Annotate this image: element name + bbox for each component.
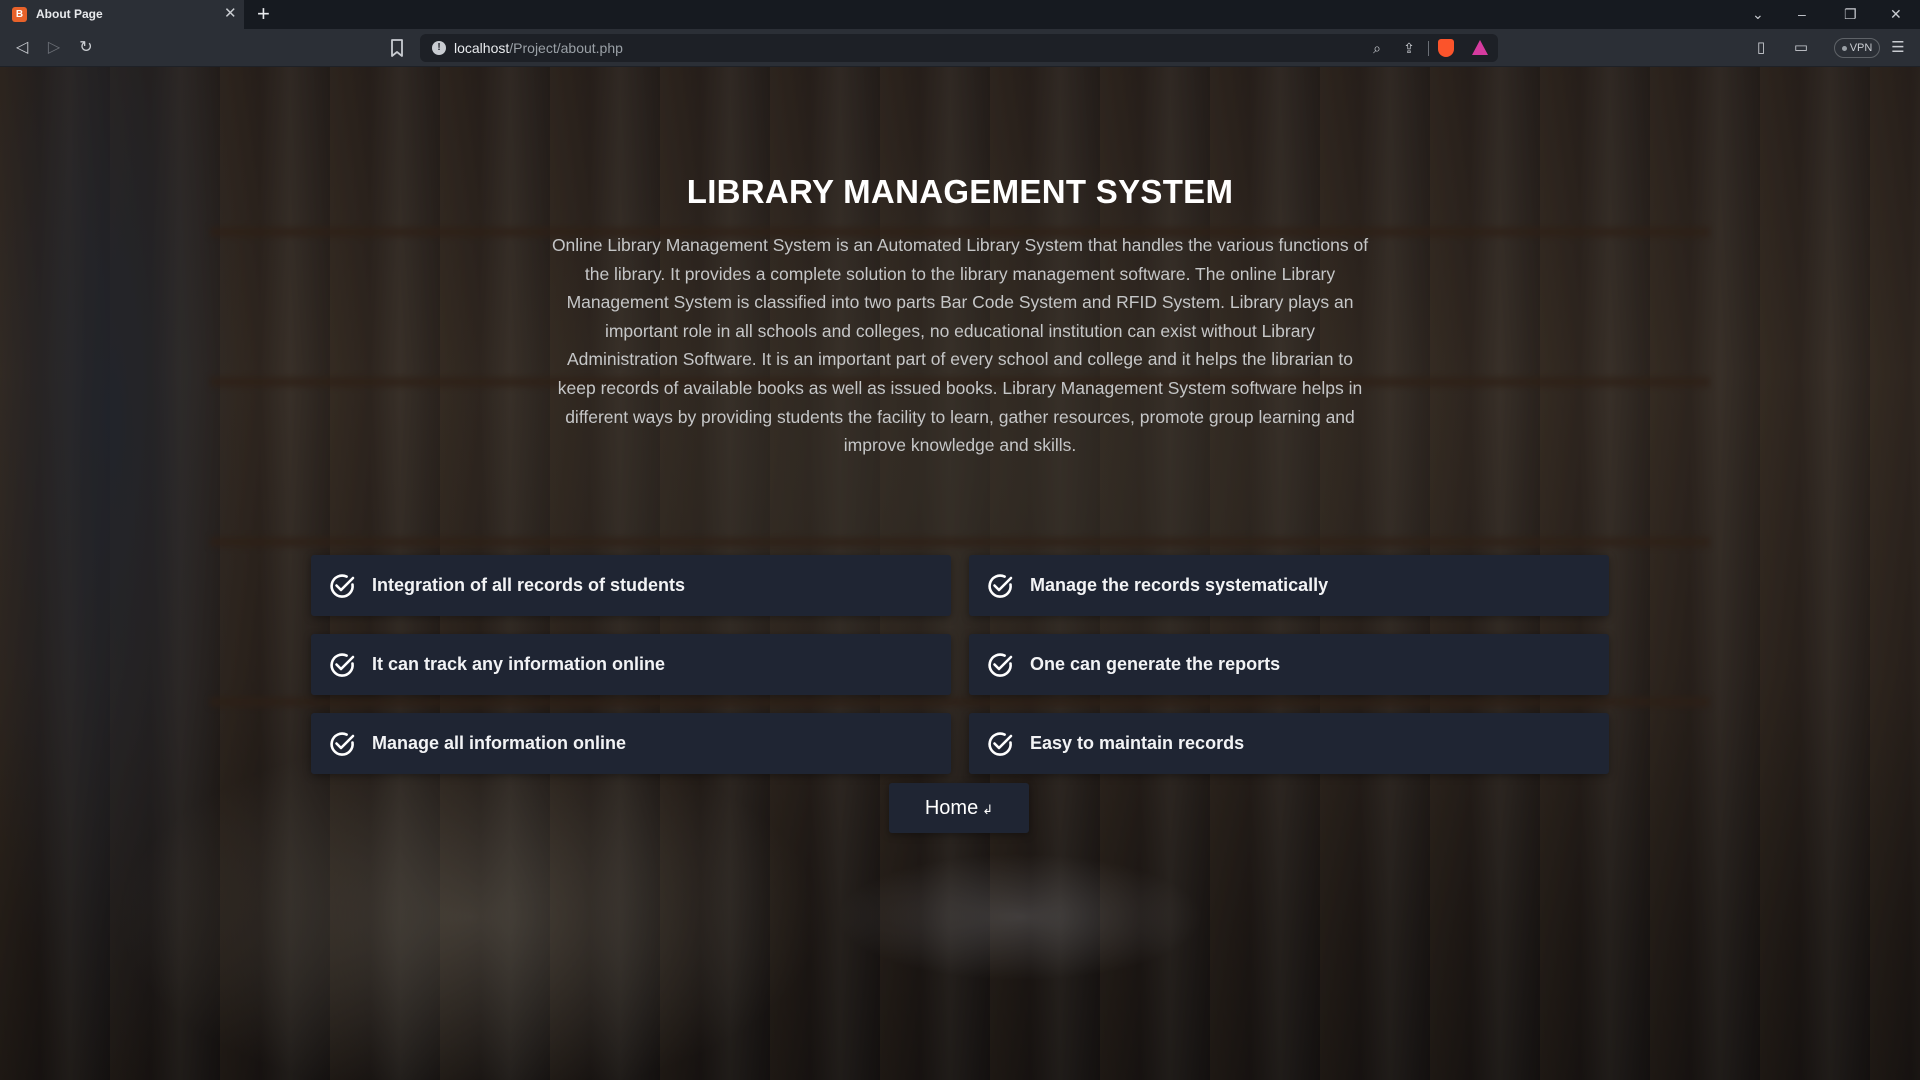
url-text[interactable]: localhost/Project/about.php	[454, 40, 623, 56]
feature-label: Easy to maintain records	[1030, 733, 1245, 753]
feature-label: It can track any information online	[372, 654, 666, 674]
forward-icon[interactable]: ▷	[43, 37, 65, 59]
url-host: localhost	[454, 40, 510, 56]
feature-card: One can generate the reports	[969, 634, 1609, 695]
address-bar[interactable]: ! localhost/Project/about.php ⌕ ⇪	[420, 34, 1498, 62]
page-title: LIBRARY MANAGEMENT SYSTEM	[686, 173, 1234, 210]
check-circle-icon	[988, 653, 1013, 677]
browser-toolbar: ◁ ▷ ↻ ! localhost/Project/about.php ⌕ ⇪ …	[0, 29, 1920, 67]
return-arrow-icon: ↲	[982, 802, 994, 817]
restore-icon[interactable]: ❐	[1844, 5, 1857, 23]
check-circle-icon	[330, 574, 355, 598]
feature-label: One can generate the reports	[1030, 654, 1281, 674]
about-page: LIBRARY MANAGEMENT SYSTEM Online Library…	[0, 67, 1920, 1080]
new-tab-icon[interactable]: +	[257, 2, 270, 26]
site-info-icon[interactable]: !	[432, 41, 446, 55]
vpn-button[interactable]: VPN	[1834, 38, 1880, 58]
intro-paragraph: Online Library Management System is an A…	[551, 235, 1369, 456]
feature-card: Manage the records systematically	[969, 555, 1609, 616]
tab-close-icon[interactable]: ✕	[224, 5, 237, 23]
brave-favicon-icon: B	[12, 7, 27, 22]
sidebar-toggle-icon[interactable]: ▯	[1751, 38, 1771, 58]
minimize-icon[interactable]: –	[1798, 5, 1806, 23]
home-button[interactable]: Home ↲	[889, 783, 1029, 833]
browser-tab-strip: B About Page ✕ + ⌄ – ❐ ✕	[0, 0, 1920, 29]
background-overlay	[0, 67, 1920, 1080]
feature-card: It can track any information online	[311, 634, 951, 695]
wallet-icon[interactable]: ▭	[1791, 38, 1811, 58]
back-icon[interactable]: ◁	[11, 37, 33, 59]
check-circle-icon	[330, 732, 355, 756]
tab-title: About Page	[36, 7, 103, 21]
bookmark-icon[interactable]	[388, 38, 406, 58]
brave-shields-icon[interactable]	[1438, 39, 1454, 57]
check-circle-icon	[988, 574, 1013, 598]
check-circle-icon	[330, 653, 355, 677]
brave-rewards-icon[interactable]	[1472, 40, 1488, 55]
share-icon[interactable]: ⇪	[1400, 39, 1418, 57]
feature-label: Manage all information online	[372, 733, 627, 753]
browser-tab-active[interactable]: B About Page ✕	[0, 0, 244, 29]
feature-label: Manage the records systematically	[1030, 575, 1329, 595]
feature-label: Integration of all records of students	[372, 575, 686, 595]
vpn-label: VPN	[1849, 42, 1873, 54]
tab-search-chevron-icon[interactable]: ⌄	[1752, 5, 1764, 23]
url-separator	[1428, 41, 1429, 56]
feature-card: Manage all information online	[311, 713, 951, 774]
feature-card: Integration of all records of students	[311, 555, 951, 616]
url-path: /Project/about.php	[509, 40, 623, 56]
feature-card: Easy to maintain records	[969, 713, 1609, 774]
reload-icon[interactable]: ↻	[75, 37, 97, 59]
vpn-status-dot	[1841, 45, 1847, 51]
menu-icon[interactable]: ☰	[1888, 38, 1908, 58]
close-window-icon[interactable]: ✕	[1890, 5, 1902, 23]
check-circle-icon	[988, 732, 1013, 756]
home-button-label: Home	[924, 797, 979, 819]
zoom-icon[interactable]: ⌕	[1368, 39, 1386, 57]
